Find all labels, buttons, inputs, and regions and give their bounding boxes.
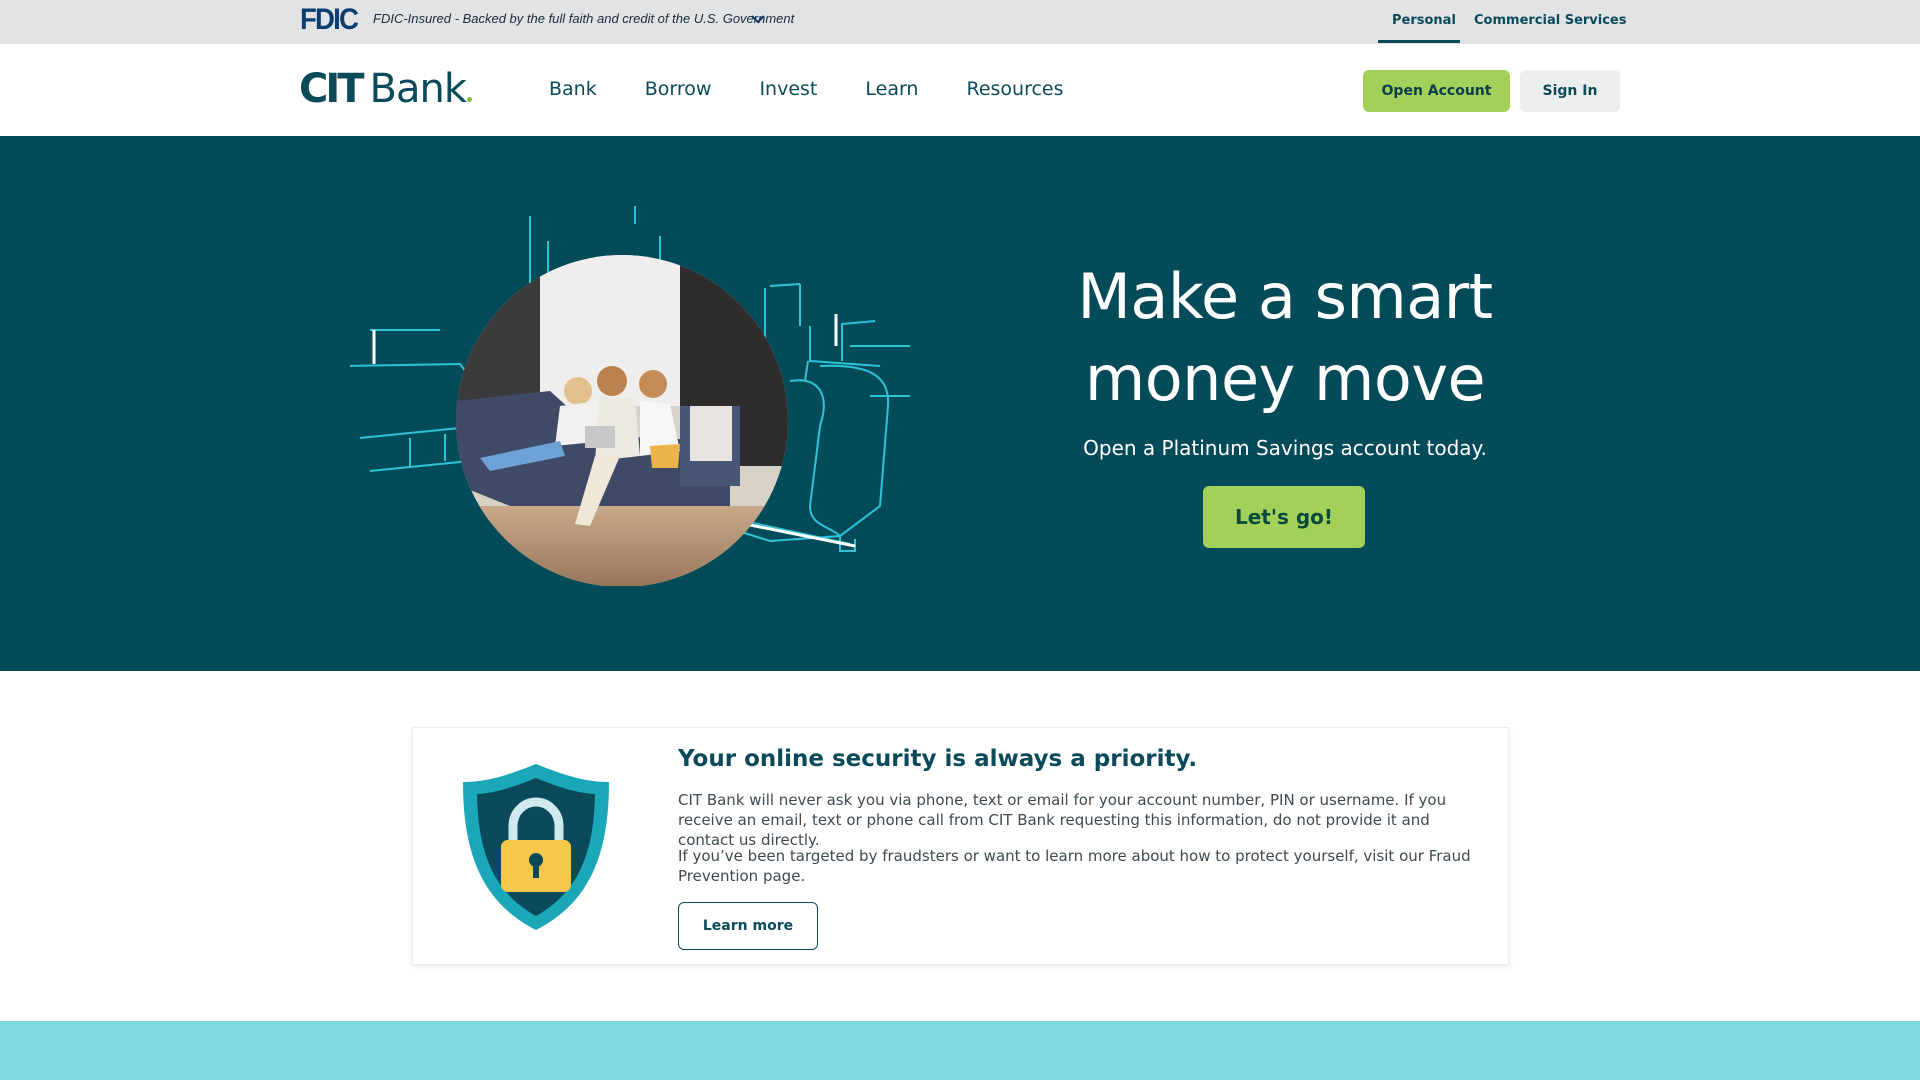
segment-personal[interactable]: Personal	[1392, 13, 1456, 28]
site-header: CIT Bank Bank Borrow Invest Learn Resour…	[0, 44, 1920, 136]
segment-commercial-services[interactable]: Commercial Services	[1474, 13, 1627, 28]
nav-learn[interactable]: Learn	[865, 78, 918, 100]
main-nav: Bank Borrow Invest Learn Resources	[549, 78, 1112, 100]
hero-subtitle: Open a Platinum Savings account today.	[1083, 436, 1487, 460]
cit-bank-logo[interactable]: CIT Bank	[299, 66, 472, 114]
fdic-disclaimer[interactable]: FDIC-Insured - Backed by the full faith …	[373, 11, 794, 26]
fdic-logo: FDIC	[300, 3, 359, 36]
security-title: Your online security is always a priorit…	[678, 746, 1198, 772]
active-segment-indicator	[1378, 40, 1460, 43]
bottom-section-band	[0, 1021, 1920, 1080]
lets-go-button[interactable]: Let's go!	[1203, 486, 1365, 548]
family-on-couch-illustration	[350, 206, 910, 586]
shield-lock-icon	[463, 764, 609, 930]
security-card: Your online security is always a priorit…	[412, 727, 1509, 965]
logo-cit: CIT	[299, 66, 365, 112]
hero-title: Make a smart money move	[1000, 256, 1570, 420]
nav-invest[interactable]: Invest	[759, 78, 817, 100]
learn-more-button[interactable]: Learn more	[678, 902, 818, 950]
hero-title-line1: Make a smart	[1077, 260, 1493, 333]
security-paragraph-1: CIT Bank will never ask you via phone, t…	[678, 791, 1447, 849]
sign-in-button[interactable]: Sign In	[1520, 70, 1620, 112]
logo-bank: Bank	[369, 66, 467, 112]
nav-resources[interactable]: Resources	[966, 78, 1063, 100]
hero-banner: Make a smart money move Open a Platinum …	[0, 136, 1920, 671]
fdic-bar: FDIC FDIC-Insured - Backed by the full f…	[0, 0, 1920, 44]
chevron-down-icon[interactable]	[750, 12, 766, 26]
logo-dot	[467, 97, 472, 102]
open-account-button[interactable]: Open Account	[1363, 70, 1510, 112]
security-paragraph-2: If you’ve been targeted by fraudsters or…	[678, 847, 1471, 885]
nav-bank[interactable]: Bank	[549, 78, 597, 100]
hero-title-line2: money move	[1084, 342, 1486, 415]
nav-borrow[interactable]: Borrow	[645, 78, 712, 100]
